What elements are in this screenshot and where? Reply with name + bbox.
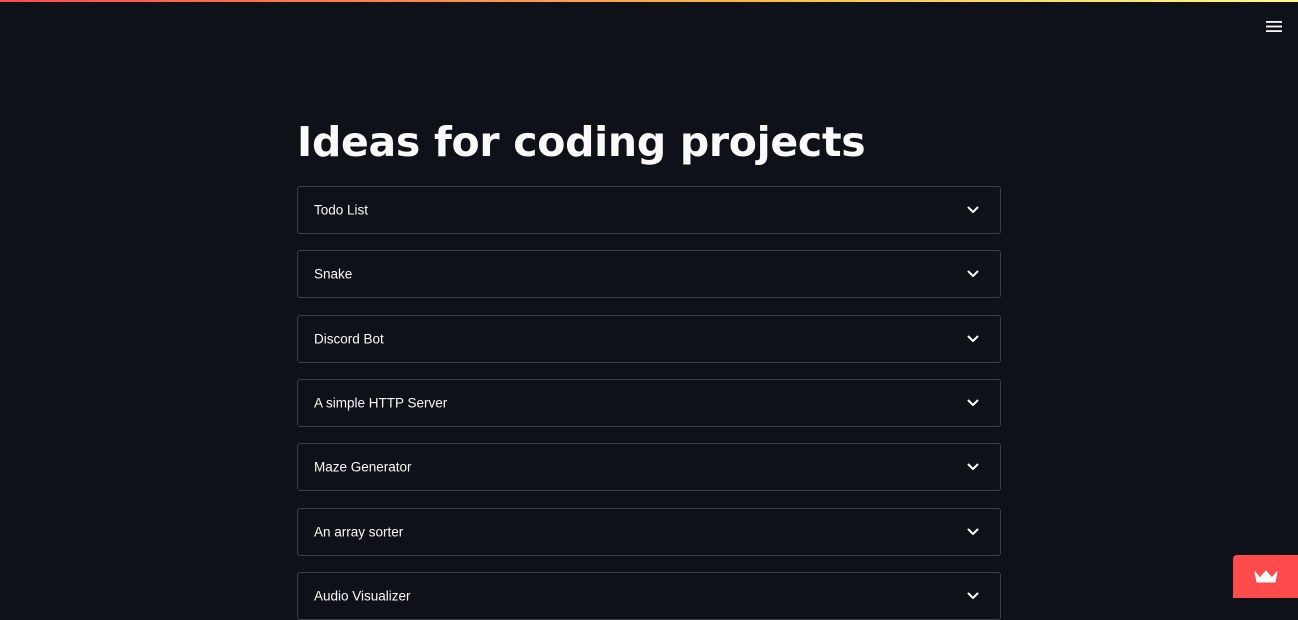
chevron-down-icon — [966, 525, 980, 539]
expander-label: Snake — [314, 266, 353, 282]
page-title: Ideas for coding projects — [297, 118, 866, 166]
expander-http-server[interactable]: A simple HTTP Server — [297, 379, 1001, 427]
top-decoration-bar — [0, 0, 1298, 2]
chevron-down-icon — [966, 203, 980, 217]
crown-icon — [1254, 570, 1277, 582]
expander-array-sorter[interactable]: An array sorter — [297, 508, 1001, 556]
expander-label: Discord Bot — [314, 331, 384, 347]
expander-label: Maze Generator — [314, 459, 412, 475]
expander-discord-bot[interactable]: Discord Bot — [297, 315, 1001, 363]
expander-audio-visualizer[interactable]: Audio Visualizer — [297, 572, 1001, 620]
expander-label: Audio Visualizer — [314, 588, 411, 604]
chevron-down-icon — [966, 267, 980, 281]
expander-label: Todo List — [314, 202, 369, 218]
expander-label: A simple HTTP Server — [314, 395, 448, 411]
chevron-down-icon — [966, 396, 980, 410]
expander-label: An array sorter — [314, 524, 404, 540]
main-menu-button[interactable] — [1264, 16, 1284, 36]
chevron-down-icon — [966, 332, 980, 346]
streamlit-badge-button[interactable] — [1233, 555, 1298, 598]
expander-snake[interactable]: Snake — [297, 250, 1001, 298]
expander-maze-generator[interactable]: Maze Generator — [297, 443, 1001, 491]
chevron-down-icon — [966, 460, 980, 474]
hamburger-icon — [1266, 20, 1282, 32]
chevron-down-icon — [966, 589, 980, 603]
expander-todo-list[interactable]: Todo List — [297, 186, 1001, 234]
